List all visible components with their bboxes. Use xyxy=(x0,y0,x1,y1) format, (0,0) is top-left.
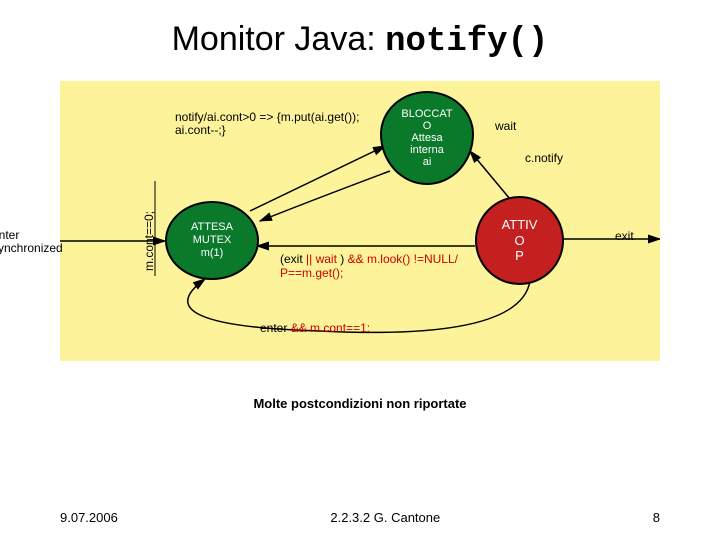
loop-cond-red: && m.cont==1; xyxy=(291,321,370,335)
footer-credit: 2.2.3.2 G. Cantone xyxy=(118,510,653,525)
postcondition-note: Molte postcondizioni non riportate xyxy=(40,396,680,411)
bloccato-l4: interna xyxy=(382,144,472,156)
state-attesa-mutex: ATTESA MUTEX m(1) xyxy=(165,201,259,280)
label-exit: exit xyxy=(615,229,634,243)
attiv-l2: O xyxy=(477,233,562,249)
slide-title: Monitor Java: notify() xyxy=(40,20,680,61)
slide-footer: 9.07.2006 2.2.3.2 G. Cantone 8 xyxy=(0,510,720,525)
footer-page: 8 xyxy=(653,510,660,525)
title-code: notify() xyxy=(385,23,548,61)
attiv-l3: P xyxy=(477,248,562,264)
bloccato-l3: Attesa xyxy=(382,132,472,144)
guard-part1: (exit xyxy=(280,252,303,266)
label-mcont0: m.cont==0; xyxy=(142,211,156,271)
label-cnotify: c.notify xyxy=(525,151,563,165)
state-attivo: ATTIV O P xyxy=(475,196,564,285)
label-enter-synchronized: enter synchronized xyxy=(0,229,62,255)
attiv-l1: ATTIV xyxy=(477,217,562,233)
loop-enter: enter xyxy=(260,321,287,335)
state-diagram: BLOCCAT O Attesa interna ai ATTESA MUTEX… xyxy=(60,81,660,361)
label-enter-loop: enter && m.cont==1; xyxy=(260,321,370,335)
label-notify-guard: notify/ai.cont>0 => {m.put(ai.get()); ai… xyxy=(175,111,365,137)
label-exit-wait-guard: (exit || wait ) && m.look() !=NULL/ P==m… xyxy=(280,253,470,281)
guard-wait-red: || wait xyxy=(306,252,340,266)
guard-part2: ) xyxy=(340,252,347,266)
bloccato-l2: O xyxy=(382,120,472,132)
state-bloccato: BLOCCAT O Attesa interna ai xyxy=(380,91,474,185)
attesa-l3: m(1) xyxy=(167,247,257,260)
attesa-l1: ATTESA xyxy=(167,221,257,234)
title-text: Monitor Java: xyxy=(172,20,386,58)
bloccato-l5: ai xyxy=(382,156,472,168)
bloccato-l1: BLOCCAT xyxy=(382,108,472,120)
footer-date: 9.07.2006 xyxy=(60,510,118,525)
attesa-l2: MUTEX xyxy=(167,234,257,247)
label-wait: wait xyxy=(495,119,516,133)
